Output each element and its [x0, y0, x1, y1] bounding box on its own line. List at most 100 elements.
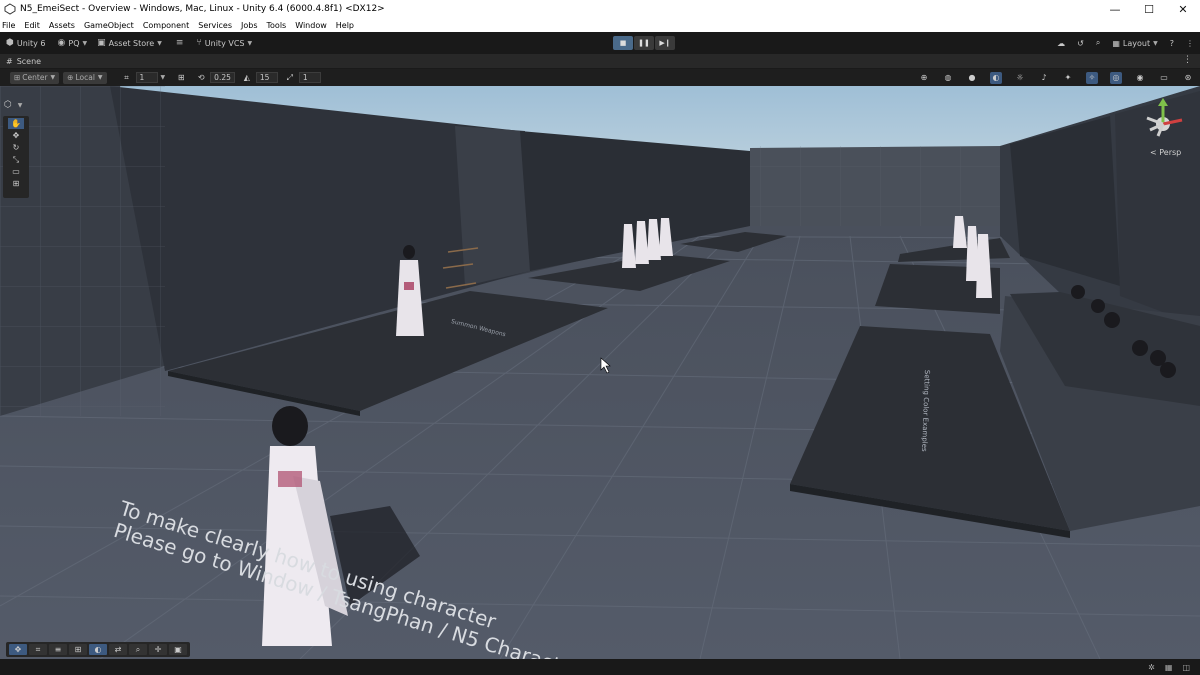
more-icon[interactable]: ⋮: [1186, 39, 1194, 48]
pivot-dropdown[interactable]: ⊞ Center ▼: [10, 71, 60, 84]
rect-tool-icon[interactable]: ▭: [8, 166, 24, 177]
scale-snap-field[interactable]: 15: [255, 72, 278, 83]
account-dropdown[interactable]: ◉ PQ ▼: [58, 38, 88, 48]
account-label: PQ: [68, 38, 80, 48]
notifications-icon[interactable]: ◫: [1182, 663, 1190, 672]
menu-edit[interactable]: Edit: [24, 21, 40, 30]
snap-move-icon[interactable]: ✥: [9, 644, 27, 655]
store-bag-icon: ▣: [97, 38, 106, 48]
grid-snap-toggle-icon[interactable]: ⌗: [29, 644, 47, 655]
unity-logo-icon: ⬢: [6, 38, 14, 48]
shading-solid-icon[interactable]: ●: [966, 72, 978, 84]
crosshair-icon[interactable]: ✛: [149, 644, 167, 655]
menu-jobs[interactable]: Jobs: [241, 21, 258, 30]
layout-dropdown[interactable]: ▦ Layout ▼: [1112, 39, 1157, 48]
increment-field[interactable]: 1: [298, 72, 321, 83]
layout-label: Layout: [1122, 38, 1151, 48]
menu-component[interactable]: Component: [143, 21, 189, 30]
shading-lit-icon[interactable]: ◐: [990, 71, 1002, 84]
transform-tool-icon[interactable]: ⊞: [8, 178, 24, 189]
zoom-icon[interactable]: ⌕: [129, 644, 147, 655]
bottom-overlay-toolbar: ✥ ⌗ ≡ ⊞ ◐ ⇄ ⌕ ✛ ▣: [6, 642, 190, 657]
chevron-down-icon: ▼: [157, 39, 162, 47]
shading-wire-icon[interactable]: ◍: [942, 72, 954, 84]
window-titlebar: N5_EmeiSect - Overview - Windows, Mac, L…: [0, 0, 1200, 18]
audio-mute-icon[interactable]: ♪: [1038, 72, 1050, 84]
projection-label[interactable]: < Persp: [1150, 148, 1181, 157]
close-button[interactable]: ✕: [1166, 0, 1200, 18]
visibility-icon[interactable]: ◎: [1110, 71, 1122, 84]
grid-snap-field[interactable]: 1: [135, 72, 158, 83]
move-tool-icon[interactable]: ✥: [8, 130, 24, 141]
rotate-snap-icon[interactable]: ⟲: [195, 72, 207, 84]
package-manager-button[interactable]: ≡: [176, 38, 187, 48]
chevron-down-icon: ▼: [1153, 39, 1158, 47]
unity-vcs-button[interactable]: ⑂ Unity VCS ▼: [196, 38, 252, 48]
transform-tools: ✋ ✥ ↻ ⤡ ▭ ⊞: [3, 116, 29, 198]
tab-scene[interactable]: Scene: [17, 57, 41, 66]
minimize-button[interactable]: —: [1098, 0, 1132, 18]
user-icon: ◉: [57, 38, 66, 48]
grid-icon[interactable]: ⊞: [175, 72, 187, 84]
menu-gameobject[interactable]: GameObject: [84, 21, 134, 30]
orientation-icon[interactable]: ⊕: [918, 72, 930, 84]
hidden-objects-icon[interactable]: ◉: [1134, 72, 1146, 84]
menu-assets[interactable]: Assets: [49, 21, 75, 30]
menu-help[interactable]: Help: [336, 21, 354, 30]
view-tool-dropdown[interactable]: ⬡ ▼: [4, 100, 22, 110]
gizmos-icon[interactable]: ⊛: [1182, 72, 1194, 84]
chevron-down-icon: ▼: [50, 74, 56, 81]
rotate-tool-icon[interactable]: ↻: [8, 142, 24, 153]
scale-snap-icon[interactable]: ◭: [241, 72, 253, 84]
align-icon[interactable]: ≡: [49, 644, 67, 655]
hand-tool-icon[interactable]: ✋: [8, 118, 24, 129]
tab-options-icon[interactable]: ⋮: [1183, 55, 1192, 65]
rotate-snap-field[interactable]: 0.25: [210, 72, 235, 83]
history-icon[interactable]: ↺: [1077, 39, 1084, 48]
scene-view-toggles: ⊕ ◍ ● ◐ ☼ ♪ ✦ ✧ ◎ ◉ ▭ ⊛: [912, 71, 1200, 84]
scene-viewport[interactable]: To make clearly how to using character P…: [0, 86, 1200, 659]
chevron-down-icon: ▼: [97, 74, 103, 81]
camera-icon[interactable]: ▭: [1158, 72, 1170, 84]
maximize-button[interactable]: ☐: [1132, 0, 1166, 18]
status-bar: ✲ ▦ ◫: [0, 659, 1200, 675]
menu-services[interactable]: Services: [198, 21, 232, 30]
chevron-down-icon[interactable]: ▼: [161, 74, 166, 81]
play-button[interactable]: ■: [613, 36, 633, 50]
menu-window[interactable]: Window: [295, 21, 327, 30]
lighting-icon[interactable]: ☼: [1014, 72, 1026, 84]
chevron-down-icon: ▼: [17, 102, 23, 109]
camera-overlay-icon[interactable]: ▣: [169, 644, 187, 655]
pause-button[interactable]: ❚❚: [634, 36, 654, 50]
snap-settings-icon[interactable]: ⇄: [109, 644, 127, 655]
grid-toggle-icon[interactable]: ⊞: [69, 644, 87, 655]
step-button[interactable]: ▶❙: [655, 36, 675, 50]
pivot-label: Center: [22, 73, 48, 82]
grid-snap-icon[interactable]: ⌗: [121, 72, 133, 84]
vcs-label: Unity VCS: [204, 38, 245, 48]
increment-snap-icon[interactable]: ⤢: [284, 72, 296, 84]
vcs-branch-icon: ⑂: [196, 38, 202, 48]
menu-file[interactable]: File: [2, 21, 15, 30]
orbit-icon[interactable]: ◐: [89, 644, 107, 655]
layout-icon: ▦: [1112, 38, 1120, 48]
effects-icon[interactable]: ✦: [1062, 72, 1074, 84]
asset-store-button[interactable]: ▣ Asset Store ▼: [97, 38, 162, 48]
menu-tools[interactable]: Tools: [267, 21, 287, 30]
grid-status-icon[interactable]: ▦: [1165, 663, 1173, 672]
unity-account-button[interactable]: ⬢ Unity 6: [6, 38, 46, 48]
help-icon[interactable]: ?: [1170, 39, 1174, 48]
fx-icon[interactable]: ✧: [1086, 71, 1098, 84]
cloud-icon[interactable]: ☁: [1057, 39, 1065, 48]
scene-render: [0, 86, 1200, 659]
scale-tool-icon[interactable]: ⤡: [8, 154, 24, 165]
search-icon[interactable]: ⌕: [1096, 38, 1100, 48]
package-icon: ≡: [175, 38, 184, 48]
space-dropdown[interactable]: ⊕ Local ▼: [63, 71, 107, 84]
scene-hash-icon: #: [6, 56, 13, 66]
window-title: N5_EmeiSect - Overview - Windows, Mac, L…: [20, 4, 385, 14]
asset-store-label: Asset Store: [108, 38, 155, 48]
chevron-down-icon: ▼: [247, 39, 253, 47]
debug-icon[interactable]: ✲: [1148, 663, 1155, 672]
unity-app-icon: [4, 3, 16, 15]
